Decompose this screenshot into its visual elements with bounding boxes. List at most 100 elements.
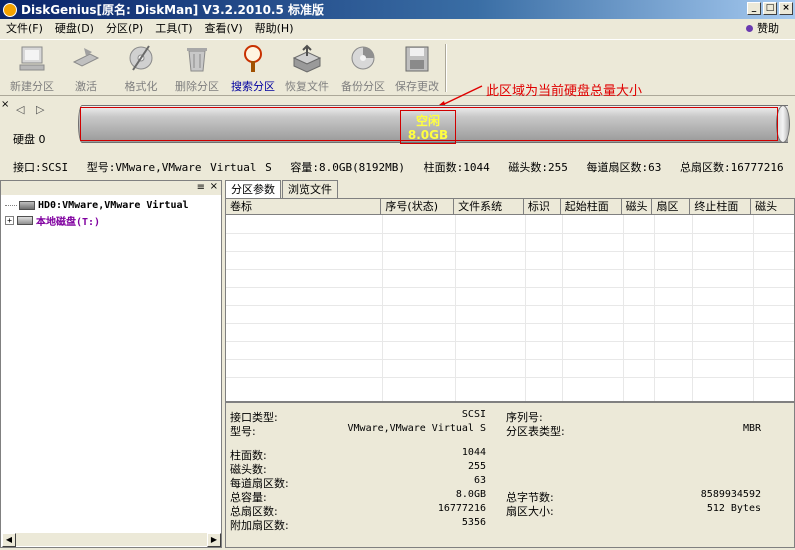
col-sector[interactable]: 扇区	[652, 199, 691, 215]
tree-item-local-disk-label: 本地磁盘(T:)	[36, 216, 101, 228]
detail-value: SCSI	[461, 409, 486, 420]
tree-item-hd0[interactable]: HD0:VMware,VMware Virtual	[5, 198, 189, 212]
sponsor-link[interactable]: 赞助	[746, 20, 779, 36]
volume-icon	[17, 215, 33, 225]
detail-value: 255	[467, 461, 486, 472]
app-logo-icon	[3, 2, 17, 17]
detail-value: 5356	[461, 517, 486, 528]
search-partition-button[interactable]: 搜索分区	[225, 42, 281, 94]
detail-value: 63	[473, 475, 486, 486]
tree-item-local-disk[interactable]: + 本地磁盘(T:)	[5, 213, 101, 228]
detail-value: 512 Bytes	[706, 503, 761, 514]
disk-nav-arrows[interactable]: ◁ ▷	[16, 103, 48, 116]
detail-value: 8589934592	[700, 489, 761, 500]
search-partition-icon	[244, 45, 262, 72]
activate-label: 激活	[75, 80, 97, 93]
new-partition-icon	[19, 46, 45, 71]
detail-key: 分区表类型:	[506, 425, 565, 438]
partition-tabs: 分区参数 浏览文件	[225, 180, 339, 198]
disk-bar-close-icon[interactable]: ×	[1, 99, 9, 110]
sponsor-label: 赞助	[757, 22, 779, 35]
disk-map-bar: × ◁ ▷ 硬盘 0 接口:SCSI 型号:VMware,VMware Virt…	[0, 97, 795, 177]
tree-connector	[5, 204, 17, 206]
delete-partition-icon	[187, 48, 207, 72]
toolbar-separator	[445, 44, 447, 92]
partition-table-header: 卷标 序号(状态) 文件系统 标识 起始柱面 磁头 扇区 终止柱面 磁头	[226, 199, 794, 215]
recover-files-button[interactable]: 恢复文件	[279, 42, 335, 94]
menu-help[interactable]: 帮助(H)	[249, 19, 300, 38]
col-end-cylinder[interactable]: 终止柱面	[690, 199, 752, 215]
disk-label: 硬盘 0	[13, 133, 46, 146]
save-changes-icon	[405, 46, 429, 72]
new-partition-button[interactable]: 新建分区	[4, 42, 60, 94]
disk-heads: 磁头数:255	[508, 161, 568, 174]
activate-button[interactable]: 激活	[58, 42, 114, 94]
menu-disk[interactable]: 硬盘(D)	[49, 19, 100, 38]
partition-pane: 分区参数 浏览文件 卷标 序号(状态) 文件系统 标识 起始柱面 磁头 扇区 终…	[225, 180, 795, 548]
close-button[interactable]: ×	[779, 2, 793, 15]
menu-partition[interactable]: 分区(P)	[100, 19, 149, 38]
activate-icon	[72, 48, 100, 67]
recover-files-label: 恢复文件	[285, 80, 329, 93]
col-id[interactable]: 标识	[524, 199, 561, 215]
col-volume-label[interactable]: 卷标	[226, 199, 382, 215]
detail-value: MBR	[742, 423, 761, 434]
detail-value: 16777216	[437, 503, 486, 514]
recover-files-icon	[292, 44, 322, 73]
save-changes-label: 保存更改	[395, 80, 439, 93]
scroll-right-icon[interactable]: ▶	[207, 533, 221, 547]
tree-pane-handle[interactable]: ≡	[197, 182, 205, 193]
tab-browse-files[interactable]: 浏览文件	[282, 180, 338, 198]
col-file-system[interactable]: 文件系统	[454, 199, 524, 215]
free-space-block[interactable]: 空闲 8.0GB	[400, 110, 456, 144]
tree-expand-icon[interactable]: +	[5, 215, 14, 225]
backup-partition-icon	[351, 46, 375, 70]
menu-view[interactable]: 查看(V)	[199, 19, 249, 38]
tree-pane-close-icon[interactable]: ×	[210, 181, 218, 192]
disk-cylinders: 柱面数:1044	[423, 161, 490, 174]
backup-partition-button[interactable]: 备份分区	[335, 42, 391, 94]
detail-value: 1044	[461, 447, 486, 458]
disk-capacity: 容量:8.0GB(8192MB)	[290, 161, 406, 174]
delete-partition-label: 删除分区	[175, 80, 219, 93]
toolbar: 新建分区 激活 格式化 删除分区 搜索分区 恢复文件 备份分区 保存更改	[0, 39, 795, 96]
disk-cylinder-cap	[776, 105, 790, 143]
backup-partition-label: 备份分区	[341, 80, 385, 93]
sponsor-icon	[746, 24, 753, 32]
col-start-cylinder[interactable]: 起始柱面	[561, 199, 622, 215]
menu-file[interactable]: 文件(F)	[0, 19, 49, 38]
scroll-left-icon[interactable]: ◀	[2, 533, 16, 547]
minimize-button[interactable]: _	[747, 2, 761, 15]
disk-model: 型号:VMware,VMware Virtual S	[86, 161, 272, 174]
free-space-size: 8.0GB	[407, 128, 449, 142]
disk-total-sectors: 总扇区数:16777216	[680, 161, 784, 174]
format-icon	[129, 45, 153, 71]
disk-info-line: 接口:SCSI 型号:VMware,VMware Virtual S 容量:8.…	[13, 159, 794, 175]
save-changes-button[interactable]: 保存更改	[389, 42, 445, 94]
col-index-status[interactable]: 序号(状态)	[381, 199, 455, 215]
detail-value: VMware,VMware Virtual S	[347, 423, 486, 434]
col-end-head[interactable]: 磁头	[751, 199, 794, 215]
format-label: 格式化	[124, 80, 158, 93]
disk-sectors-per-track: 每道扇区数:63	[586, 161, 662, 174]
hard-disk-icon	[19, 200, 35, 210]
detail-key: 附加扇区数:	[230, 519, 289, 532]
format-button[interactable]: 格式化	[113, 42, 169, 94]
tab-partition-params[interactable]: 分区参数	[225, 180, 281, 198]
tree-pane-header: ≡ ×	[1, 181, 221, 195]
window-title: DiskGenius[原名: DiskMan] V3.2.2010.5 标准版	[21, 3, 325, 17]
tree-horizontal-scrollbar[interactable]: ◀ ▶	[2, 532, 221, 547]
disk-interface: 接口:SCSI	[13, 161, 69, 174]
partition-table: 卷标 序号(状态) 文件系统 标识 起始柱面 磁头 扇区 终止柱面 磁头 ◀ ▶	[225, 198, 795, 402]
free-space-label: 空闲	[415, 114, 440, 128]
disk-tree-pane: ≡ × HD0:VMware,VMware Virtual + 本地磁盘(T:)…	[0, 180, 222, 548]
delete-partition-button[interactable]: 删除分区	[169, 42, 225, 94]
restore-button[interactable]: □	[763, 2, 777, 15]
col-head[interactable]: 磁头	[622, 199, 653, 215]
title-bar: DiskGenius[原名: DiskMan] V3.2.2010.5 标准版 …	[0, 0, 795, 19]
menu-tools[interactable]: 工具(T)	[149, 19, 198, 38]
menu-bar: 文件(F) 硬盘(D) 分区(P) 工具(T) 查看(V) 帮助(H)	[0, 19, 795, 38]
new-partition-label: 新建分区	[10, 80, 54, 93]
partition-table-body	[226, 215, 794, 401]
search-partition-label: 搜索分区	[231, 80, 275, 93]
